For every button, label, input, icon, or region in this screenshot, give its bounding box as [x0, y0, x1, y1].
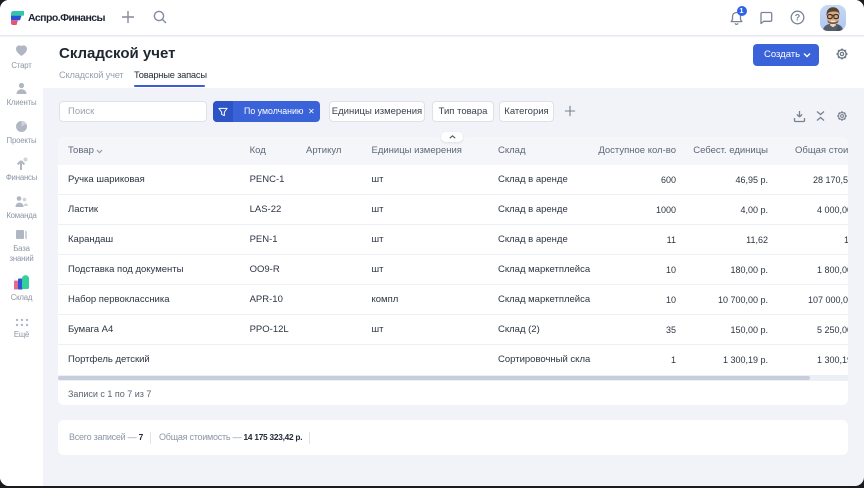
svg-text:?: ? [795, 13, 801, 23]
